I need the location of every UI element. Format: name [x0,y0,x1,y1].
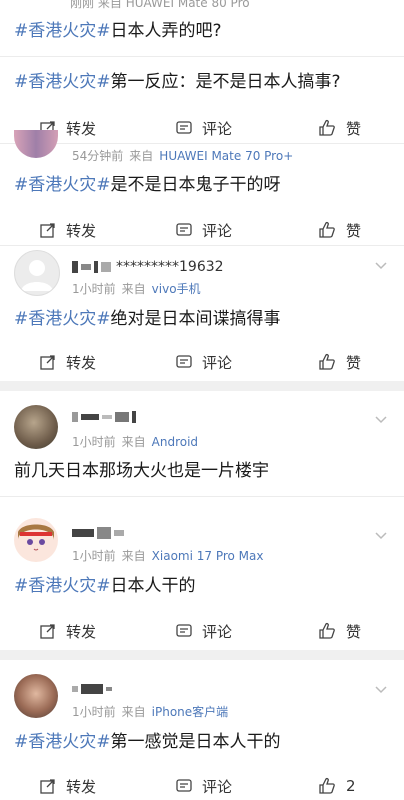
comment-meta: 1小时前 来自 vivo手机 [72,282,201,296]
hashtag-link[interactable]: #香港火灾# [14,21,111,41]
comment-button[interactable]: 评论 [176,619,232,643]
separator [0,143,404,144]
action-bar: 转发 评论 赞 [0,350,404,374]
section-divider [0,381,404,391]
separator [0,245,404,246]
comment-icon [176,121,192,134]
like-button[interactable]: 赞 [318,218,361,242]
comment-label: 评论 [202,622,233,641]
avatar[interactable] [14,130,58,158]
repost-icon [40,223,55,238]
post-1: 刚刚 来自 HUAWEI Mate 80 Pro #香港火灾#日本人弄的吧? [0,0,404,50]
action-bar: 转发 评论 赞 [0,116,404,140]
comment-button[interactable]: 评论 [176,218,232,242]
repost-icon [40,355,55,370]
top-meta: 刚刚 来自 HUAWEI Mate 80 Pro [70,0,250,10]
hashtag-link[interactable]: #香港火灾# [14,732,111,752]
like-button[interactable]: 赞 [318,350,361,374]
comment-text: #香港火灾#日本人干的 [14,575,196,597]
comment-button[interactable]: 评论 [176,350,232,374]
section-divider [0,650,404,660]
post-text: #香港火灾#第一反应：是不是日本人搞事? [14,71,341,93]
chevron-down-icon[interactable] [374,682,388,696]
comment-body: 第一感觉是日本人干的 [110,732,281,752]
repost-icon [40,779,55,794]
hashtag-link[interactable]: #香港火灾# [14,175,111,195]
anime-avatar-icon [18,524,54,551]
username[interactable] [72,524,124,542]
hashtag-link[interactable]: #香港火灾# [14,576,111,596]
comment-meta: 54分钟前 来自 HUAWEI Mate 70 Pro+ [72,149,294,163]
like-label: 赞 [346,353,362,372]
repost-button[interactable]: 转发 [40,619,96,643]
repost-label: 转发 [66,119,97,138]
comment-icon [176,624,192,637]
comment-body: 是不是日本鬼子干的呀 [110,175,281,195]
post-body: 日本人弄的吧? [110,21,222,41]
avatar[interactable] [14,518,58,562]
like-button[interactable]: 2 [318,774,356,798]
separator [0,496,404,497]
like-button[interactable]: 赞 [318,619,361,643]
comment-text: #香港火灾#绝对是日本间谍搞得事 [14,308,281,330]
comment-body: 前几天日本那场大火也是一片楼宇 [14,461,269,481]
repost-label: 转发 [66,353,97,372]
repost-button[interactable]: 转发 [40,350,96,374]
hashtag-link[interactable]: #香港火灾# [14,309,111,329]
like-count: 2 [346,777,356,795]
repost-label: 转发 [66,221,97,240]
comment-text: #香港火灾#是不是日本鬼子干的呀 [14,174,281,196]
action-bar: 转发 评论 赞 [0,218,404,242]
default-avatar-icon [21,260,53,291]
comment-icon [176,355,192,368]
comment-meta: 1小时前 来自 Xiaomi 17 Pro Max [72,549,264,563]
chevron-down-icon[interactable] [374,258,388,272]
avatar[interactable] [14,674,58,718]
comment-text: 前几天日本那场大火也是一片楼宇 [14,460,269,482]
comment-label: 评论 [202,777,233,796]
like-label: 赞 [346,221,362,240]
thumbs-up-icon [319,622,335,639]
username[interactable]: *********19632 [72,258,224,276]
repost-label: 转发 [66,622,97,641]
post-text: #香港火灾#日本人弄的吧? [14,20,222,42]
action-bar: 转发 评论 2 [0,774,404,798]
comment-label: 评论 [202,119,233,138]
comment-body: 日本人干的 [110,576,196,596]
comment-text: #香港火灾#第一感觉是日本人干的 [14,731,281,753]
like-label: 赞 [346,119,362,138]
chevron-down-icon[interactable] [374,528,388,542]
post-body: 第一反应：是不是日本人搞事? [110,72,341,92]
action-bar: 转发 评论 赞 [0,619,404,643]
like-label: 赞 [346,622,362,641]
avatar[interactable] [14,405,58,449]
thumbs-up-icon [319,777,335,794]
chevron-down-icon[interactable] [374,412,388,426]
repost-button[interactable]: 转发 [40,774,96,798]
hashtag-link[interactable]: #香港火灾# [14,72,111,92]
avatar[interactable] [14,250,60,296]
username[interactable] [72,408,136,426]
separator [0,56,404,57]
repost-button[interactable]: 转发 [40,218,96,242]
like-button[interactable]: 赞 [318,116,361,140]
username[interactable] [72,680,112,698]
thumbs-up-icon [319,221,335,238]
thumbs-up-icon [319,353,335,370]
comment-button[interactable]: 评论 [176,774,232,798]
comment-icon [176,223,192,236]
comment-icon [176,779,192,792]
thumbs-up-icon [319,119,335,136]
comment-label: 评论 [202,353,233,372]
comment-meta: 1小时前 来自 iPhone客户端 [72,705,229,719]
comment-body: 绝对是日本间谍搞得事 [110,309,281,329]
comment-meta: 1小时前 来自 Android [72,435,199,449]
comment-label: 评论 [202,221,233,240]
comment-button[interactable]: 评论 [176,116,232,140]
repost-label: 转发 [66,777,97,796]
repost-icon [40,624,55,639]
